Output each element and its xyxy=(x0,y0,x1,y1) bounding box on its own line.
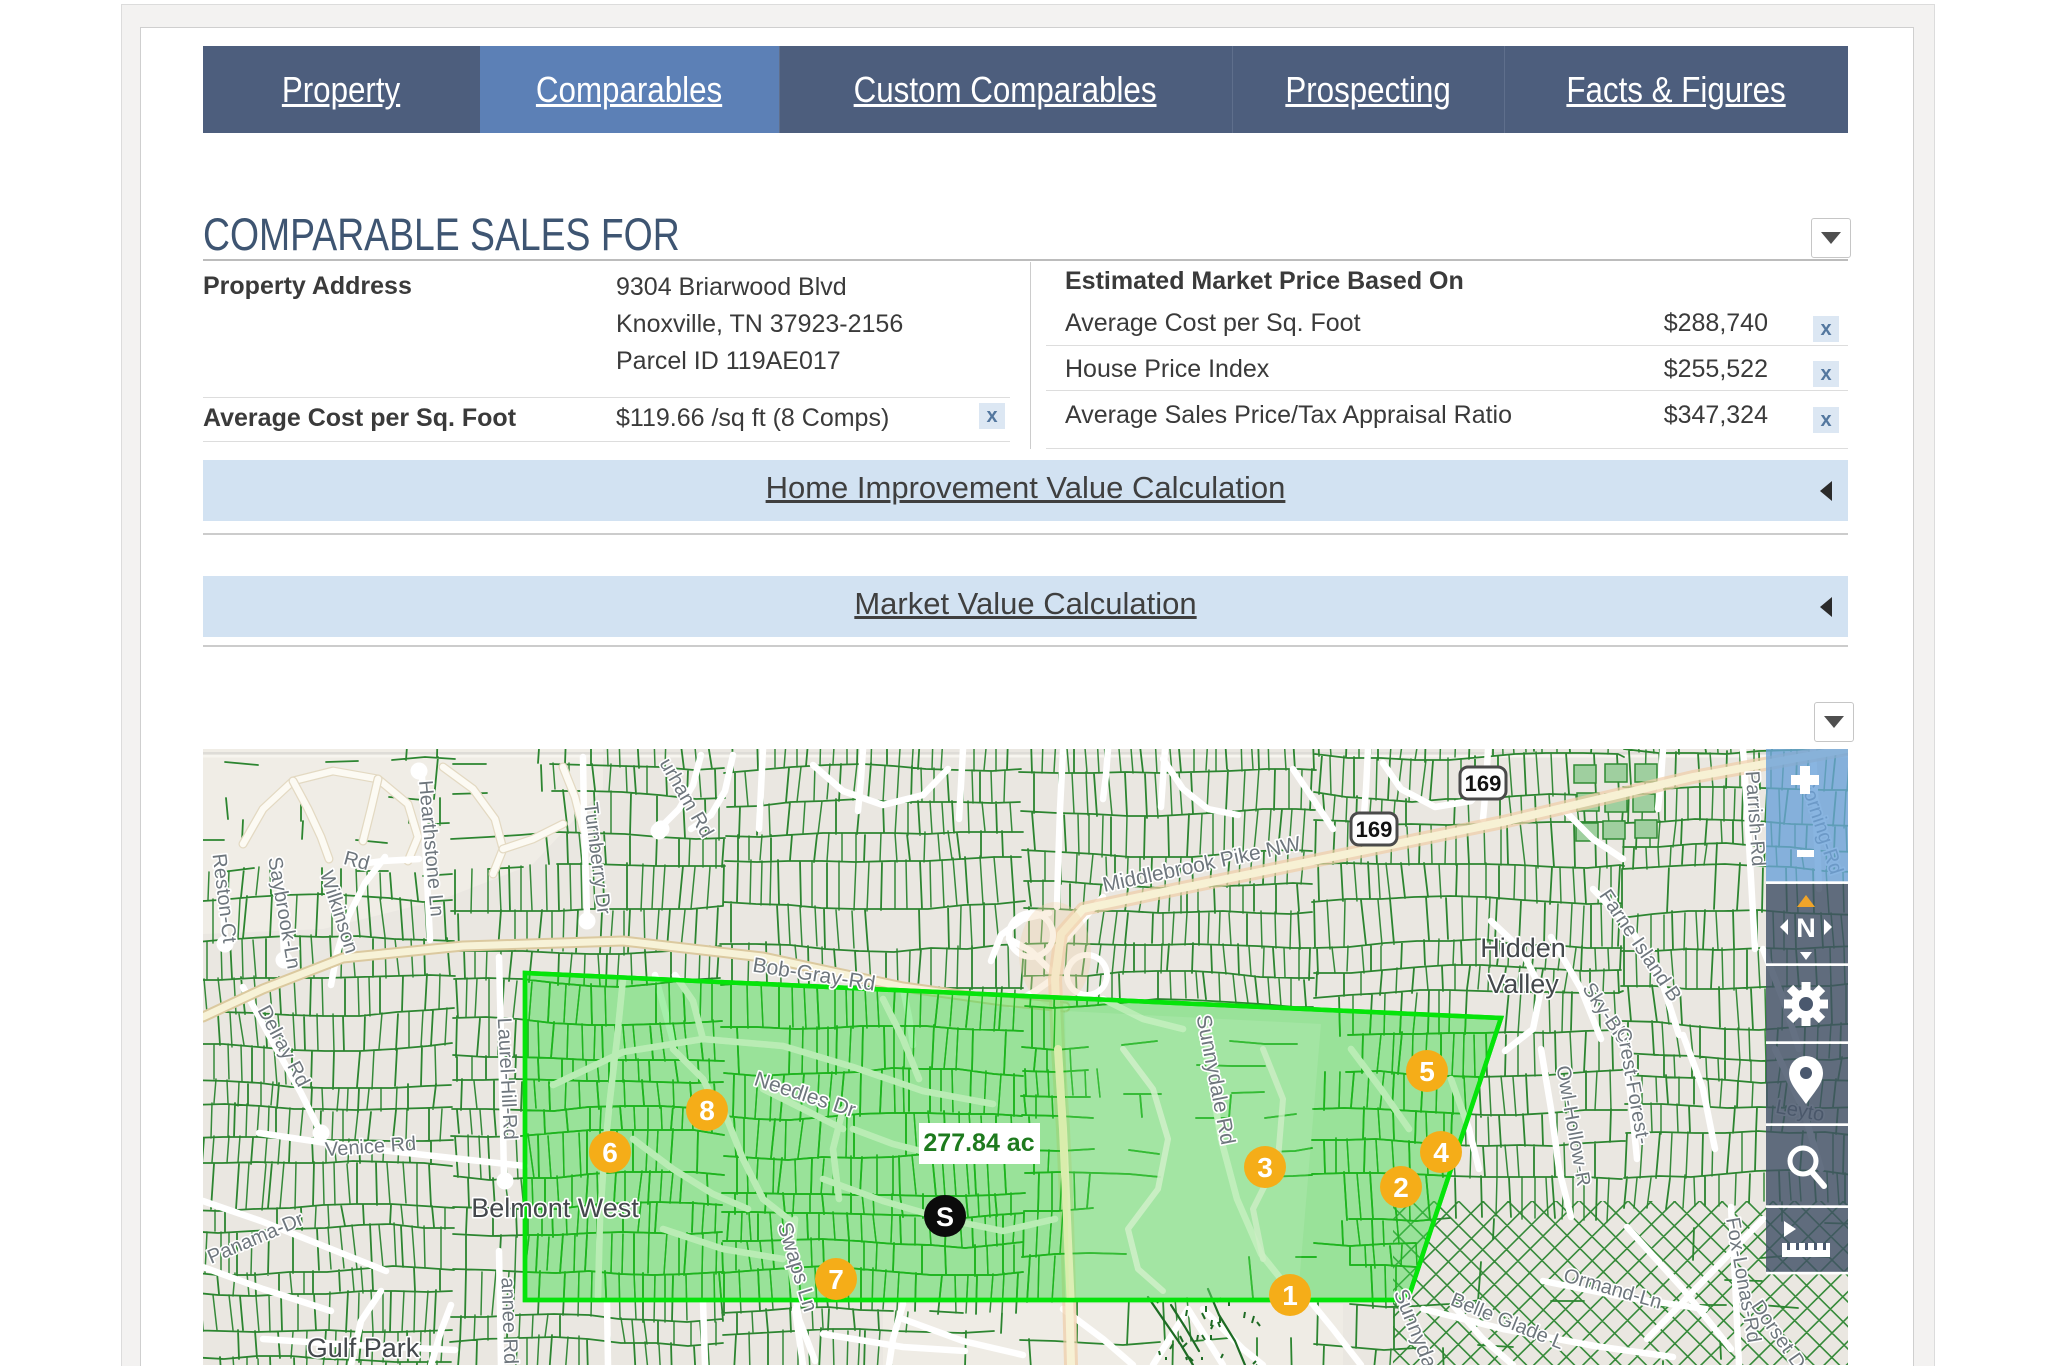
svg-text:Valley: Valley xyxy=(1487,969,1559,999)
svg-text:Hidden: Hidden xyxy=(1480,933,1566,963)
svg-text:8: 8 xyxy=(699,1095,715,1126)
svg-text:2: 2 xyxy=(1393,1172,1409,1203)
svg-text:169: 169 xyxy=(1356,817,1393,842)
svg-text:Belmont West: Belmont West xyxy=(471,1193,639,1223)
svg-text:4: 4 xyxy=(1433,1137,1449,1168)
svg-text:169: 169 xyxy=(1465,771,1502,796)
svg-text:3: 3 xyxy=(1257,1152,1273,1183)
svg-text:N: N xyxy=(1796,913,1816,943)
svg-text:annee Rd: annee Rd xyxy=(496,1277,521,1364)
svg-text:5: 5 xyxy=(1419,1056,1435,1087)
svg-text:6: 6 xyxy=(602,1137,618,1168)
svg-text:Gulf Park: Gulf Park xyxy=(307,1333,420,1363)
svg-text:S: S xyxy=(936,1202,954,1232)
svg-text:1: 1 xyxy=(1282,1280,1298,1311)
svg-text:7: 7 xyxy=(828,1264,844,1295)
svg-text:277.84 ac: 277.84 ac xyxy=(923,1129,1034,1157)
